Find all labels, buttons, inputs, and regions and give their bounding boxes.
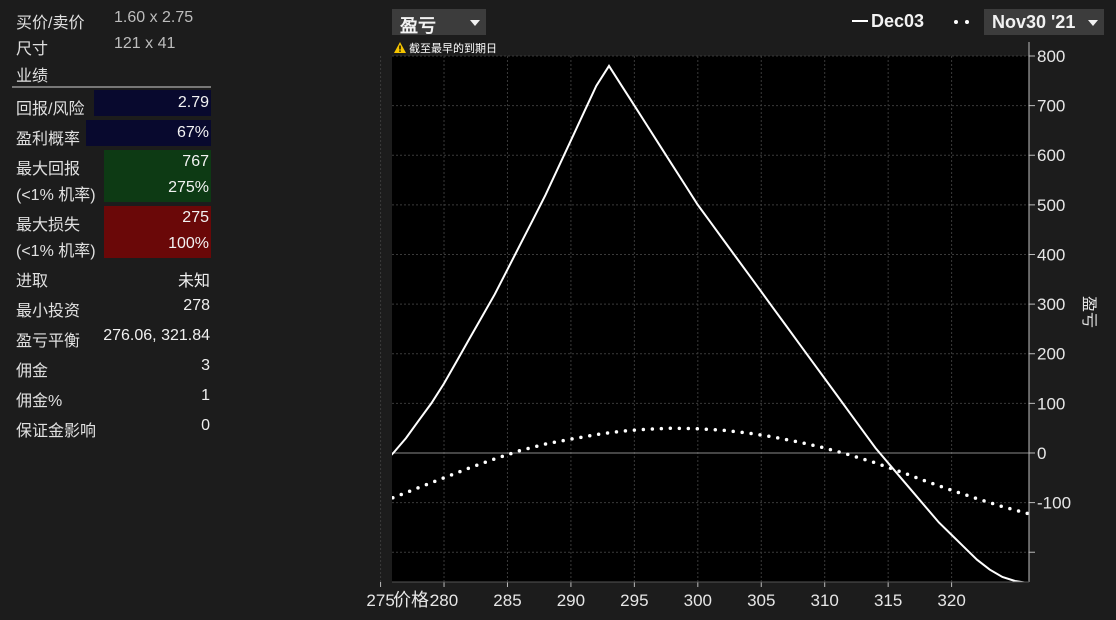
legend-dec03-label: Dec03: [871, 11, 925, 31]
y-tick-label: 700: [1037, 97, 1065, 116]
y-tick-label: 300: [1037, 295, 1065, 314]
plot-background: [392, 56, 1029, 582]
y-tick-label: 800: [1037, 47, 1065, 66]
edge-row: 进取 未知: [0, 262, 214, 290]
y-tick-label: -100: [1037, 494, 1071, 513]
series-dec03-line: [392, 64, 1028, 582]
expiry-dropdown-label: Nov30 '21: [992, 12, 1076, 32]
y-tick-label: 100: [1037, 394, 1065, 413]
x-tick-label: 315: [874, 591, 902, 610]
pnl-chart: 275 280 285 290 295 300 305 310 315 320 800 700 600 5…: [366, 42, 1097, 610]
breakeven-label: 盈亏平衡: [16, 333, 81, 350]
edge-value: 未知: [177, 273, 210, 290]
x-tick-label: 310: [811, 591, 839, 610]
legend-dec03: Dec03: [852, 11, 924, 32]
margin-impact-label: 保证金影响: [16, 423, 97, 440]
x-tick-label: 300: [684, 591, 712, 610]
expiry-warning: 截至最早的到期日: [394, 40, 497, 56]
max-return-row: 最大回报: [0, 150, 214, 178]
size-label: 尺寸: [16, 41, 49, 58]
metric-dropdown[interactable]: 盈亏: [392, 9, 486, 36]
chevron-down-icon: [470, 20, 480, 26]
prob-profit-label: 盈利概率: [16, 131, 81, 148]
x-tick-label: 275: [366, 591, 394, 610]
commission-pct-row: 佣金% 1: [0, 382, 214, 410]
metric-dropdown-label: 盈亏: [400, 16, 436, 36]
x-tick-label: 285: [493, 591, 521, 610]
margin-impact-value: 0: [201, 417, 210, 434]
margin-impact-row: 保证金影响 0: [0, 412, 214, 440]
y-tick-label: 600: [1037, 146, 1065, 165]
expiry-dropdown[interactable]: Nov30 '21: [984, 9, 1104, 35]
commission-pct-label: 佣金%: [16, 393, 63, 410]
dotted-line-icon: [954, 20, 976, 24]
return-risk-row: 回报/风险: [0, 90, 214, 118]
bid-ask-row: 买价/卖价 1.60 x 2.75: [0, 4, 214, 32]
solid-line-icon: [852, 20, 868, 22]
return-risk-label: 回报/风险: [16, 101, 85, 118]
breakeven-value: 276.06, 321.84: [103, 327, 210, 344]
max-loss-prob-label: (<1% 机率): [16, 243, 96, 260]
series-nov30-line: [392, 426, 1029, 516]
min-invest-row: 最小投资 278: [0, 292, 214, 320]
x-tick-label: 295: [620, 591, 648, 610]
x-tick-label: 290: [557, 591, 585, 610]
expiry-warning-text: 截至最早的到期日: [409, 43, 497, 55]
x-tick-label: 305: [747, 591, 775, 610]
y-tick-label: 0: [1037, 444, 1046, 463]
warning-icon: [394, 42, 406, 53]
bid-ask-value: 1.60 x 2.75: [114, 9, 194, 26]
commission-label: 佣金: [16, 363, 49, 380]
chevron-down-icon: [1088, 20, 1098, 26]
size-value: 121 x 41: [114, 35, 176, 52]
breakeven-row: 盈亏平衡 276.06, 321.84: [0, 322, 214, 350]
max-loss-row: 最大损失: [0, 206, 214, 234]
prob-profit-row: 盈利概率: [0, 120, 214, 148]
metrics-panel: 买价/卖价 1.60 x 2.75 尺寸 121 x 41 业绩 2.79 回报…: [0, 0, 214, 620]
commission-value: 3: [201, 357, 210, 374]
edge-label: 进取: [16, 273, 49, 290]
size-row: 尺寸 121 x 41: [0, 30, 214, 58]
chart-area: 盈亏 Dec03 Nov30 '21 截至最早的到期日 275 280 285 290…: [366, 0, 1116, 620]
max-return-prob-label: (<1% 机率): [16, 187, 96, 204]
section-divider: [12, 86, 211, 88]
min-invest-label: 最小投资: [16, 303, 81, 320]
commission-pct-value: 1: [201, 387, 210, 404]
y-tick-label: 500: [1037, 196, 1065, 215]
y-tick-label: 200: [1037, 345, 1065, 364]
y-axis-label: 盈亏: [1080, 296, 1097, 328]
x-tick-label: 320: [937, 591, 965, 610]
x-tick-label: 280: [430, 591, 458, 610]
max-loss-sub-row: (<1% 机率): [0, 232, 214, 260]
y-tick-label: 400: [1037, 245, 1065, 264]
x-axis-label: 价格:: [393, 590, 434, 610]
commission-row: 佣金 3: [0, 352, 214, 380]
performance-section-title: 业绩: [16, 68, 49, 85]
min-invest-value: 278: [183, 297, 210, 314]
max-return-sub-row: (<1% 机率): [0, 176, 214, 204]
